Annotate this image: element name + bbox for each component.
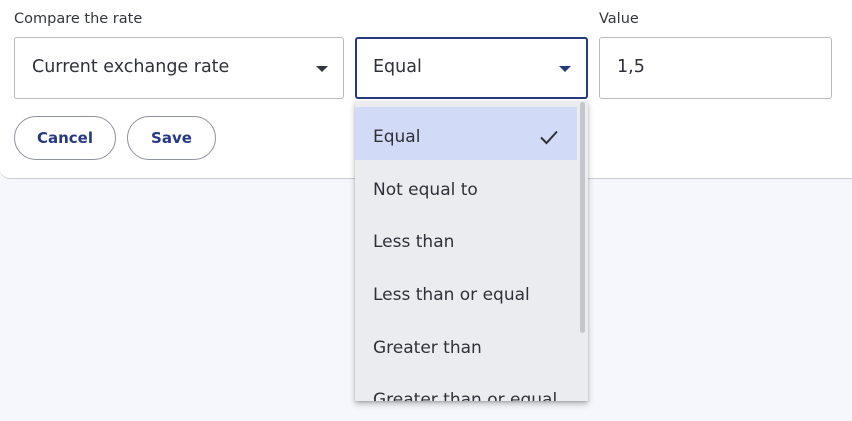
dropdown-option-not-equal[interactable]: Not equal to [355, 160, 577, 213]
operator-select-value: Equal [373, 57, 422, 77]
save-button[interactable]: Save [127, 116, 216, 160]
option-label: Less than or equal [373, 285, 530, 305]
value-input-text: 1,5 [617, 57, 645, 77]
caret-down-icon [316, 66, 328, 72]
compare-rate-select[interactable]: Current exchange rate [14, 37, 344, 99]
check-icon [540, 130, 558, 145]
option-label: Greater than [373, 338, 482, 358]
compare-rate-select-value: Current exchange rate [32, 57, 230, 77]
compare-rate-label: Compare the rate [14, 11, 143, 27]
cancel-button[interactable]: Cancel [14, 116, 116, 160]
option-label: Greater than or equal [373, 390, 558, 401]
scrollbar-thumb[interactable] [580, 102, 585, 333]
caret-down-icon [559, 66, 571, 72]
value-label: Value [599, 11, 639, 27]
operator-dropdown-menu: Equal Not equal to Less than Less than o… [355, 101, 588, 401]
option-label: Not equal to [373, 180, 478, 200]
option-label: Equal [373, 127, 421, 147]
dropdown-option-equal[interactable]: Equal [355, 107, 577, 160]
dropdown-option-greater-than-or-equal[interactable]: Greater than or equal [355, 370, 577, 401]
dropdown-option-less-than-or-equal[interactable]: Less than or equal [355, 265, 577, 318]
operator-select[interactable]: Equal [355, 37, 588, 99]
dropdown-scrollbar[interactable] [579, 101, 588, 401]
dropdown-option-less-than[interactable]: Less than [355, 212, 577, 265]
dropdown-option-greater-than[interactable]: Greater than [355, 318, 577, 371]
value-input[interactable]: 1,5 [599, 37, 832, 99]
option-label: Less than [373, 232, 455, 252]
